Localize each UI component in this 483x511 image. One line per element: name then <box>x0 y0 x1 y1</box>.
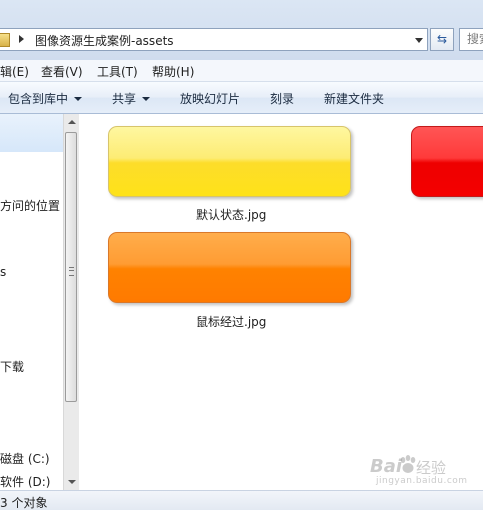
nav-item-drive-d[interactable]: 软件 (D:) <box>0 473 50 490</box>
scroll-down-icon[interactable] <box>68 480 76 484</box>
scroll-up-icon[interactable] <box>68 120 76 124</box>
scrollbar-thumb[interactable] <box>65 132 77 402</box>
slideshow-button[interactable]: 放映幻灯片 <box>180 90 240 107</box>
chevron-down-icon <box>74 97 83 101</box>
menu-view[interactable]: 查看(V) <box>41 63 83 80</box>
menu-help[interactable]: 帮助(H) <box>152 63 194 80</box>
address-bar[interactable]: 图像资源生成案例-assets <box>0 28 428 51</box>
nav-item-partial[interactable]: s <box>0 265 6 279</box>
menu-edit[interactable]: 辑(E) <box>0 63 29 80</box>
nav-item-downloads[interactable]: 下载 <box>0 358 24 375</box>
file-thumbnail-hover-state[interactable] <box>108 232 351 303</box>
nav-scrollbar[interactable] <box>63 114 79 490</box>
file-name-default-state[interactable]: 默认状态.jpg <box>196 206 266 223</box>
search-input[interactable]: 搜索 <box>459 28 483 51</box>
paw-icon <box>400 455 416 473</box>
chevron-down-icon <box>142 97 151 101</box>
watermark-url: jingyan.baidu.com <box>376 476 468 486</box>
include-in-library-label: 包含到库中 <box>8 92 69 106</box>
address-bar-row: 图像资源生成案例-assets ⇆ 搜索 <box>0 0 483 60</box>
include-in-library-button[interactable]: 包含到库中 <box>8 90 83 107</box>
file-thumbnail-red[interactable] <box>411 126 483 197</box>
new-folder-button[interactable]: 新建文件夹 <box>324 90 384 107</box>
refresh-icon: ⇆ <box>436 32 448 46</box>
share-button[interactable]: 共享 <box>112 90 151 107</box>
command-bar: 包含到库中 共享 放映幻灯片 刻录 新建文件夹 <box>0 82 483 114</box>
nav-item-recent-places[interactable]: 方问的位置 <box>0 197 60 214</box>
chevron-down-icon[interactable] <box>415 38 423 43</box>
watermark-brand-suffix: 经验 <box>416 459 447 477</box>
refresh-button[interactable]: ⇆ <box>430 28 454 51</box>
file-thumbnail-default-state[interactable] <box>108 126 351 197</box>
nav-item-drive-c[interactable]: 磁盘 (C:) <box>0 450 50 467</box>
file-list: 默认状态.jpg 鼠标经过.jpg <box>79 114 483 490</box>
share-label: 共享 <box>112 92 137 106</box>
search-placeholder: 搜索 <box>467 32 483 46</box>
file-name-hover-state[interactable]: 鼠标经过.jpg <box>196 313 266 330</box>
item-count: 3 个对象 <box>0 496 48 510</box>
navigation-pane: 方问的位置 s 下载 磁盘 (C:) 软件 (D:) <box>0 114 63 490</box>
folder-icon <box>0 33 10 47</box>
burn-button[interactable]: 刻录 <box>270 90 294 107</box>
nav-selection-highlight <box>0 114 63 152</box>
status-bar: 3 个对象 <box>0 490 483 510</box>
breadcrumb-arrow-icon[interactable] <box>19 35 24 43</box>
grip-icon <box>69 267 74 276</box>
menu-tools[interactable]: 工具(T) <box>97 63 138 80</box>
watermark: Bai 经验 jingyan.baidu.com <box>360 452 480 488</box>
menu-bar: 辑(E) 查看(V) 工具(T) 帮助(H) <box>0 60 483 82</box>
breadcrumb-path[interactable]: 图像资源生成案例-assets <box>35 32 174 49</box>
